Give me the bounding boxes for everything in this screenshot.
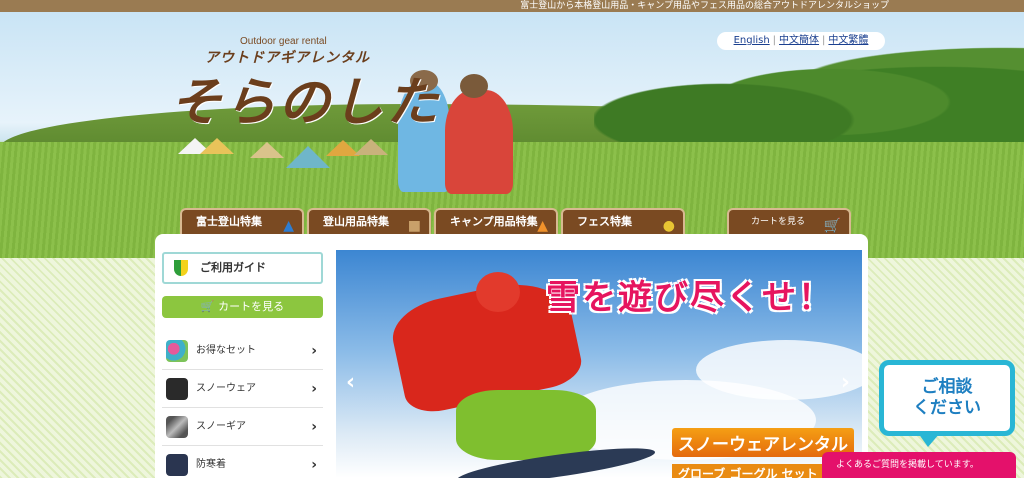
snowboarder-helmet bbox=[476, 272, 520, 312]
person-red-jacket bbox=[445, 90, 513, 194]
cloud bbox=[696, 340, 862, 400]
lang-simplified-link[interactable]: 中文簡体 bbox=[779, 35, 819, 46]
slider-headline: 雪を遊び尽くせ！ bbox=[546, 278, 834, 318]
snowboarder-pants bbox=[456, 390, 596, 460]
sidebar-item-snowgear[interactable]: スノーギア › bbox=[162, 408, 323, 446]
snowwear-icon bbox=[166, 378, 188, 400]
snowgear-icon bbox=[166, 416, 188, 438]
cart-tab-label: カートを見る bbox=[751, 217, 806, 227]
person-head bbox=[460, 74, 488, 98]
chevron-right-icon: › bbox=[311, 381, 317, 397]
slider-subtitle-2: グローブ ゴーグル セット bbox=[672, 464, 824, 478]
sidebar-item-label: 防寒着 bbox=[196, 459, 226, 470]
tab-label: フェス特集 bbox=[577, 215, 632, 228]
consult-line1: ご相談 bbox=[921, 377, 973, 397]
tab-label: 登山用品特集 bbox=[323, 215, 389, 228]
coldwear-icon bbox=[166, 454, 188, 476]
faq-bar[interactable]: よくあるご質問を掲載しています。 bbox=[822, 452, 1016, 478]
cart-icon: 🛒 bbox=[200, 300, 219, 313]
divider: | bbox=[772, 35, 777, 46]
sidebar-item-label: お得なセット bbox=[196, 345, 256, 356]
bubble-tail bbox=[918, 433, 940, 447]
sidebar-item-value-set[interactable]: お得なセット › bbox=[162, 332, 323, 370]
cart-tab[interactable]: カートを見る 🛒 bbox=[727, 208, 851, 234]
lang-english-link[interactable]: English bbox=[734, 35, 770, 46]
tab-camping[interactable]: キャンプ用品特集 ▲ bbox=[434, 208, 558, 234]
top-tagline-bar: 富士登山から本格登山用品・キャンプ用品やフェス用品の総合アウトドアレンタルショッ… bbox=[0, 0, 1024, 12]
tab-fuji[interactable]: 富士登山特集 ▲ bbox=[180, 208, 304, 234]
tab-label: 富士登山特集 bbox=[196, 215, 262, 228]
language-switcher: English | 中文簡体 | 中文繁體 bbox=[717, 32, 885, 50]
faq-text: よくあるご質問を掲載しています。 bbox=[836, 460, 979, 470]
sidebar-item-snowwear[interactable]: スノーウェア › bbox=[162, 370, 323, 408]
tab-label: キャンプ用品特集 bbox=[450, 215, 538, 228]
cart-button-label: カートを見る bbox=[218, 300, 285, 313]
guide-label: ご利用ガイド bbox=[200, 261, 266, 274]
consult-bubble[interactable]: ご相談 ください bbox=[879, 360, 1015, 436]
site-logo[interactable]: そらのした bbox=[170, 60, 440, 135]
hero-banner: Outdoor gear rental アウトドアギアレンタル そらのした En… bbox=[0, 12, 1024, 258]
tab-climbing[interactable]: 登山用品特集 ■ bbox=[307, 208, 431, 234]
usage-guide-button[interactable]: ご利用ガイド bbox=[162, 252, 323, 284]
tagline-text: 富士登山から本格登山用品・キャンプ用品やフェス用品の総合アウトドアレンタルショッ… bbox=[520, 1, 889, 11]
chevron-right-icon: › bbox=[311, 343, 317, 359]
trees-right bbox=[594, 36, 1024, 156]
consult-line2: ください bbox=[913, 398, 981, 418]
view-cart-button[interactable]: 🛒 カートを見る bbox=[162, 296, 323, 318]
sidebar-item-coldwear[interactable]: 防寒着 › bbox=[162, 446, 323, 478]
slider-prev-arrow-icon[interactable]: ‹ bbox=[346, 370, 355, 395]
chevron-right-icon: › bbox=[311, 457, 317, 473]
beginner-leaf-icon bbox=[174, 260, 188, 276]
divider: | bbox=[822, 35, 826, 46]
value-set-icon bbox=[166, 340, 188, 362]
logo-subtitle: Outdoor gear rental bbox=[240, 36, 327, 47]
chevron-right-icon: › bbox=[311, 419, 317, 435]
slider-next-arrow-icon[interactable]: › bbox=[841, 370, 850, 395]
sidebar-item-label: スノーウェア bbox=[196, 383, 256, 394]
sidebar-item-label: スノーギア bbox=[196, 421, 246, 432]
tab-festival[interactable]: フェス特集 ● bbox=[561, 208, 685, 234]
hero-slider[interactable]: 雪を遊び尽くせ！ スノーウェアレンタル グローブ ゴーグル セット ‹ › bbox=[336, 250, 862, 478]
lang-traditional-link[interactable]: 中文繁體 bbox=[828, 35, 868, 46]
